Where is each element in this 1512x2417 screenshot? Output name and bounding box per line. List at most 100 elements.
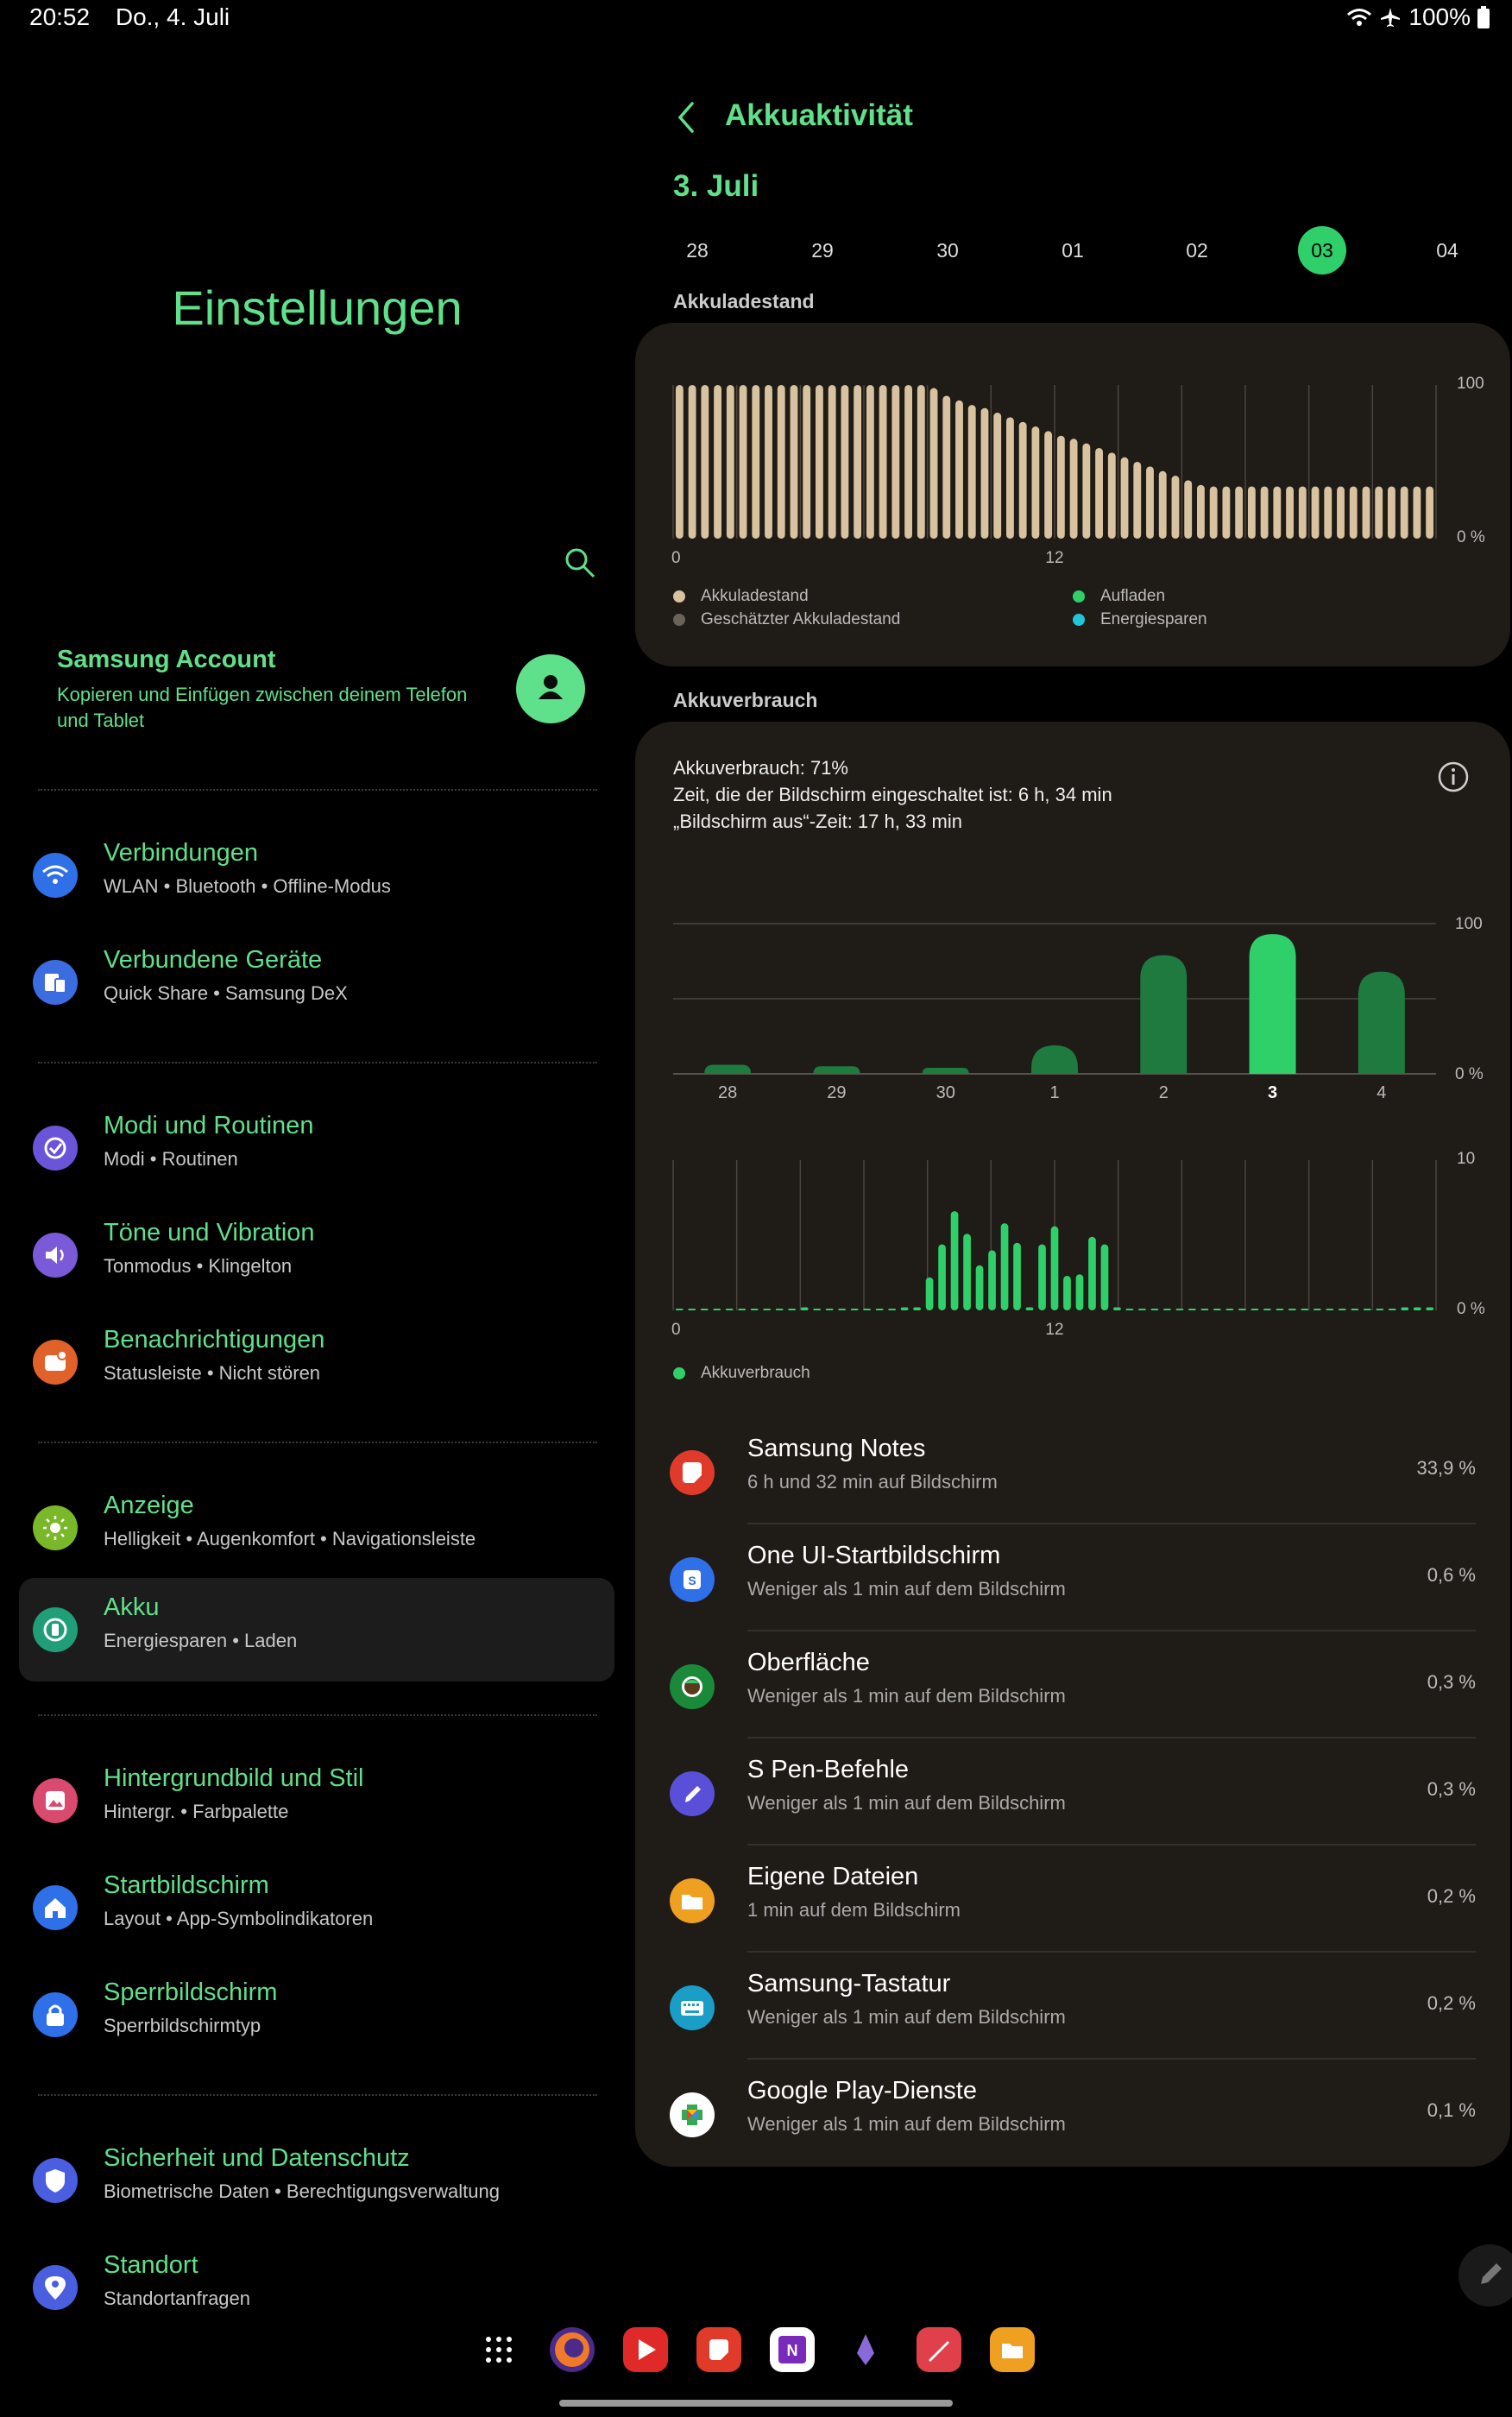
- category-label: 30: [936, 1083, 955, 1102]
- hourly-usage-bar: [1225, 1309, 1234, 1310]
- sidebar-item-akku[interactable]: Akku Energiesparen • Laden: [19, 1578, 614, 1682]
- sidebar-item-title: Akku: [104, 1593, 160, 1621]
- notes-dock-icon[interactable]: [696, 2327, 741, 2372]
- day-29[interactable]: 29: [798, 226, 847, 275]
- app-row[interactable]: Eigene Dateien 1 min auf dem Bildschirm 0,…: [670, 1846, 1476, 1953]
- wallpaper-icon: [33, 1778, 78, 1823]
- level-bar: [1031, 426, 1040, 539]
- sidebar-item-standort[interactable]: Standort Standortanfragen: [19, 2236, 614, 2339]
- files-dock-icon[interactable]: [990, 2327, 1035, 2372]
- battery-activity-title: Akkuaktivität: [725, 98, 913, 132]
- app-name: Eigene Dateien: [747, 1863, 919, 1890]
- hourly-usage-bar: [1063, 1275, 1071, 1310]
- sidebar-item-töne-und-vibration[interactable]: Töne und Vibration Tonmodus • Klingelton: [19, 1203, 614, 1307]
- search-icon[interactable]: [563, 546, 597, 580]
- pen-icon: [670, 1771, 715, 1816]
- app-screen-time: Weniger als 1 min auf dem Bildschirm: [747, 2113, 1066, 2135]
- surface-icon: [670, 1664, 715, 1709]
- battery-status-icon: [1477, 6, 1490, 28]
- sidebar-item-subtitle: Standortanfragen: [104, 2288, 251, 2309]
- level-bar: [816, 385, 823, 539]
- back-icon[interactable]: [673, 98, 699, 136]
- info-icon[interactable]: [1436, 760, 1471, 794]
- page-title: Einstellungen: [172, 281, 463, 335]
- location-icon: [33, 2265, 78, 2310]
- daily-usage-chart[interactable]: 28 29 30 1 2 3 4 100 0 %: [635, 898, 1510, 1122]
- sidebar-item-sperrbildschirm[interactable]: Sperrbildschirm Sperrbildschirmtyp: [19, 1963, 614, 2067]
- legend-dot: [673, 1366, 685, 1379]
- app-row[interactable]: S One UI-Startbildschirm Weniger als 1 min…: [670, 1524, 1476, 1631]
- app-usage-percent: 33,9 %: [1416, 1457, 1477, 1479]
- daily-usage-bar[interactable]: [1358, 971, 1405, 1074]
- hourly-usage-bar: [1313, 1309, 1321, 1310]
- hourly-usage-bar: [1150, 1309, 1159, 1310]
- hourly-usage-bar: [863, 1309, 871, 1310]
- firefox-icon[interactable]: [550, 2327, 595, 2372]
- onenote-icon[interactable]: N: [770, 2327, 815, 2372]
- speaker-icon: [33, 1233, 78, 1278]
- paint-app-icon[interactable]: [917, 2327, 961, 2372]
- shield-icon: [33, 2158, 78, 2203]
- day-03[interactable]: 03: [1298, 226, 1346, 275]
- svg-text:S: S: [688, 1574, 696, 1587]
- level-bar: [1120, 457, 1129, 539]
- app-screen-time: Weniger als 1 min auf dem Bildschirm: [747, 2006, 1066, 2028]
- daily-usage-bar[interactable]: [813, 1066, 860, 1074]
- daily-usage-bar[interactable]: [1140, 955, 1188, 1074]
- level-bar: [714, 385, 721, 539]
- notification-icon: [33, 1340, 78, 1385]
- crystal-app-icon[interactable]: [843, 2327, 888, 2372]
- app-row[interactable]: Samsung Notes 6 h und 32 min auf Bildschi…: [670, 1417, 1476, 1524]
- hourly-usage-bar: [950, 1211, 959, 1310]
- app-row[interactable]: Google Play-Dienste Weniger als 1 min auf…: [670, 2060, 1476, 2167]
- app-row[interactable]: Samsung-Tastatur Weniger als 1 min auf de…: [670, 1953, 1476, 2060]
- category-label: 1: [1049, 1083, 1059, 1102]
- sidebar-item-verbundene-geräte[interactable]: Verbundene Geräte Quick Share • Samsung D…: [19, 931, 614, 1034]
- avatar[interactable]: [516, 654, 585, 723]
- app-row[interactable]: Oberfläche Weniger als 1 min auf dem Bild…: [670, 1631, 1476, 1739]
- hourly-usage-bar: [1388, 1309, 1396, 1310]
- day-01[interactable]: 01: [1049, 226, 1097, 275]
- daily-usage-bar[interactable]: [704, 1064, 752, 1074]
- day-30[interactable]: 30: [923, 226, 972, 275]
- app-row[interactable]: S Pen-Befehle Weniger als 1 min auf dem B…: [670, 1739, 1476, 1846]
- sidebar-item-sicherheit-und-datenschutz[interactable]: Sicherheit und Datenschutz Biometrische D…: [19, 2129, 614, 2232]
- video-app-icon[interactable]: [623, 2327, 668, 2372]
- day-04[interactable]: 04: [1423, 226, 1471, 275]
- hourly-usage-bar: [1100, 1244, 1109, 1310]
- hourly-usage-bar: [1050, 1226, 1059, 1310]
- tick-label: 12: [1045, 1321, 1063, 1339]
- daily-usage-bar[interactable]: [1031, 1044, 1078, 1074]
- sidebar-item-subtitle: Quick Share • Samsung DeX: [104, 982, 348, 1004]
- selected-date-title: 3. Juli: [673, 169, 759, 203]
- tick-label: 12: [1045, 549, 1063, 567]
- level-bar: [1158, 470, 1167, 539]
- tick-label: 0 %: [1457, 1300, 1485, 1318]
- sidebar-item-benachrichtigungen[interactable]: Benachrichtigungen Statusleiste • Nicht s…: [19, 1310, 614, 1414]
- home-indicator[interactable]: [559, 2400, 953, 2407]
- hourly-usage-bar: [900, 1307, 909, 1310]
- level-bar: [777, 385, 785, 539]
- play-services-icon: [670, 2092, 715, 2137]
- sidebar-item-anzeige[interactable]: Anzeige Helligkeit • Augenkomfort • Navig…: [19, 1476, 614, 1580]
- app-usage-percent: 0,6 %: [1427, 1564, 1476, 1586]
- edit-button[interactable]: [1458, 2244, 1512, 2307]
- hourly-usage-bar: [1038, 1244, 1046, 1310]
- app-drawer-icon[interactable]: [476, 2327, 521, 2372]
- daily-usage-bar[interactable]: [922, 1068, 969, 1074]
- screen-off-time: „Bildschirm aus“-Zeit: 17 h, 33 min: [673, 811, 962, 832]
- hourly-usage-bar: [1426, 1307, 1434, 1310]
- hourly-usage-bar: [1013, 1242, 1021, 1310]
- sidebar-item-startbildschirm[interactable]: Startbildschirm Layout • App-Symbolindika…: [19, 1856, 614, 1959]
- devices-icon: [33, 960, 78, 1005]
- day-28[interactable]: 28: [673, 226, 721, 275]
- sidebar-item-verbindungen[interactable]: Verbindungen WLAN • Bluetooth • Offline-M…: [19, 824, 614, 927]
- daily-usage-bar[interactable]: [1249, 934, 1296, 1074]
- sidebar-item-hintergrundbild-und-stil[interactable]: Hintergrundbild und Stil Hintergr. • Farb…: [19, 1749, 614, 1852]
- routine-icon: [33, 1126, 78, 1171]
- day-02[interactable]: 02: [1173, 226, 1221, 275]
- sidebar-item-modi-und-routinen[interactable]: Modi und Routinen Modi • Routinen: [19, 1096, 614, 1200]
- hourly-usage-bar: [750, 1309, 759, 1310]
- samsung-account-title[interactable]: Samsung Account: [57, 646, 276, 674]
- hourly-usage-bar: [988, 1250, 996, 1310]
